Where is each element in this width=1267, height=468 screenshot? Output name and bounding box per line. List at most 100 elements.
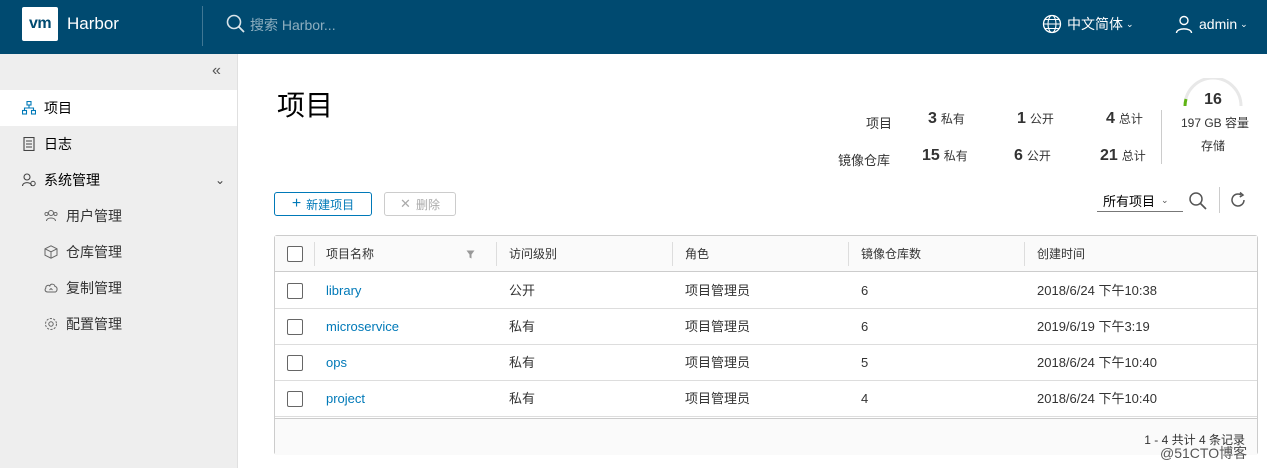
chevron-down-icon: ⌄ bbox=[1126, 18, 1134, 29]
search-input[interactable] bbox=[250, 15, 510, 35]
table-header: 项目名称 访问级别 角色 镜像仓库数 创建时间 bbox=[275, 236, 1257, 272]
project-name-link[interactable]: ops bbox=[326, 345, 347, 381]
sidebar-item-replication[interactable]: 复制管理 bbox=[0, 270, 237, 306]
language-selector[interactable]: 中文简体 ⌄ bbox=[1042, 12, 1134, 36]
storage-label: 存储 bbox=[1200, 139, 1225, 153]
select-all-checkbox[interactable] bbox=[287, 246, 303, 262]
app-title[interactable]: Harbor bbox=[67, 14, 119, 34]
new-project-label: 新建项目 bbox=[306, 197, 355, 212]
vmware-logo[interactable]: vm bbox=[22, 7, 58, 41]
table-footer: 1 - 4 共计 4 条记录 bbox=[275, 418, 1257, 455]
new-project-button[interactable]: + 新建项目 bbox=[274, 192, 372, 216]
stat-project-total: 4 总计 bbox=[1106, 110, 1143, 127]
sidebar: « 项目 日志 系统管理 ⌄ 用户管理 仓库管理 复制管理 配置管理 bbox=[0, 54, 238, 468]
repo-count: 6 bbox=[861, 283, 869, 298]
column-header-created[interactable]: 创建时间 bbox=[1037, 236, 1085, 272]
storage-capacity: 197 GB 容量 bbox=[1180, 116, 1250, 130]
table-row: ops 私有 项目管理员 5 2018/6/24 下午10:40 bbox=[275, 345, 1257, 381]
page-title: 项目 bbox=[277, 90, 334, 121]
stat-repo-total: 21 总计 bbox=[1100, 147, 1146, 164]
sidebar-item-label: 系统管理 bbox=[44, 172, 100, 188]
column-header-role[interactable]: 角色 bbox=[685, 236, 709, 272]
column-separator bbox=[1024, 242, 1025, 266]
user-name: admin bbox=[1199, 16, 1238, 32]
user-icon bbox=[1175, 15, 1193, 34]
column-header-access[interactable]: 访问级别 bbox=[509, 236, 557, 272]
project-filter-value: 所有项目 bbox=[1103, 194, 1156, 209]
delete-button[interactable]: ✕ 删除 bbox=[384, 192, 456, 216]
sidebar-item-admin[interactable]: 系统管理 ⌄ bbox=[0, 162, 237, 198]
table-row: microservice 私有 项目管理员 6 2019/6/19 下午3:19 bbox=[275, 309, 1257, 345]
sidebar-item-logs[interactable]: 日志 bbox=[0, 126, 237, 162]
sidebar-item-users[interactable]: 用户管理 bbox=[0, 198, 237, 234]
row-checkbox[interactable] bbox=[287, 391, 303, 407]
column-header-repo-count[interactable]: 镜像仓库数 bbox=[861, 236, 921, 272]
sidebar-item-projects[interactable]: 项目 bbox=[0, 90, 237, 126]
column-separator bbox=[848, 242, 849, 266]
access-level: 私有 bbox=[509, 355, 536, 370]
project-name-link[interactable]: project bbox=[326, 381, 365, 417]
user-menu[interactable]: admin ⌄ bbox=[1174, 12, 1248, 36]
sidebar-item-label: 配置管理 bbox=[66, 316, 122, 332]
search-icon[interactable] bbox=[1188, 191, 1208, 211]
table-row: project 私有 项目管理员 4 2018/6/24 下午10:40 bbox=[275, 381, 1257, 417]
search-icon[interactable] bbox=[226, 14, 246, 34]
repo-count: 4 bbox=[861, 391, 869, 406]
language-label: 中文简体 bbox=[1067, 16, 1123, 32]
projects-table: 项目名称 访问级别 角色 镜像仓库数 创建时间 library 公开 项目管理员… bbox=[274, 235, 1258, 455]
top-header: vm Harbor 中文简体 ⌄ admin ⌄ bbox=[0, 0, 1267, 54]
header-divider bbox=[202, 6, 203, 46]
role: 项目管理员 bbox=[685, 283, 751, 298]
repo-count: 6 bbox=[861, 319, 869, 334]
column-separator bbox=[672, 242, 673, 266]
stat-repo-label: 镜像仓库 bbox=[838, 153, 891, 168]
table-row: library 公开 项目管理员 6 2018/6/24 下午10:38 bbox=[275, 273, 1257, 309]
storage-value: 16 bbox=[1204, 91, 1222, 108]
access-level: 公开 bbox=[509, 283, 536, 298]
row-checkbox[interactable] bbox=[287, 319, 303, 335]
sidebar-item-label: 日志 bbox=[44, 136, 72, 152]
sidebar-item-label: 项目 bbox=[44, 100, 72, 116]
refresh-icon[interactable] bbox=[1229, 191, 1247, 209]
project-name-link[interactable]: microservice bbox=[326, 309, 399, 345]
stat-divider bbox=[1161, 110, 1162, 164]
project-filter-select[interactable]: 所有项目 ⌄ bbox=[1097, 190, 1183, 212]
watermark: @51CTO博客 bbox=[1160, 445, 1248, 461]
log-icon bbox=[23, 137, 35, 151]
delete-label: 删除 bbox=[415, 197, 440, 212]
stat-repo-private: 15 私有 bbox=[922, 147, 968, 164]
collapse-sidebar-icon[interactable]: « bbox=[212, 62, 221, 80]
filter-icon[interactable] bbox=[466, 250, 475, 259]
chevron-down-icon: ⌄ bbox=[1161, 195, 1169, 205]
users-icon bbox=[44, 210, 58, 222]
column-separator bbox=[496, 242, 497, 266]
replication-icon bbox=[44, 283, 58, 293]
chevron-down-icon: ⌄ bbox=[1240, 18, 1248, 29]
creation-time: 2018/6/24 下午10:40 bbox=[1037, 391, 1157, 406]
sidebar-item-configuration[interactable]: 配置管理 bbox=[0, 306, 237, 342]
stat-project-label: 项目 bbox=[866, 116, 893, 131]
sidebar-item-label: 用户管理 bbox=[66, 208, 122, 224]
column-header-name[interactable]: 项目名称 bbox=[326, 236, 374, 272]
access-level: 私有 bbox=[509, 391, 536, 406]
admin-icon bbox=[22, 173, 36, 187]
creation-time: 2018/6/24 下午10:38 bbox=[1037, 283, 1157, 298]
sidebar-item-label: 复制管理 bbox=[66, 280, 122, 296]
creation-time: 2018/6/24 下午10:40 bbox=[1037, 355, 1157, 370]
access-level: 私有 bbox=[509, 319, 536, 334]
stat-repo-public: 6 公开 bbox=[1014, 147, 1051, 164]
close-icon: ✕ bbox=[400, 196, 411, 211]
stat-project-private: 3 私有 bbox=[928, 110, 965, 127]
row-checkbox[interactable] bbox=[287, 283, 303, 299]
role: 项目管理员 bbox=[685, 355, 751, 370]
sidebar-item-label: 仓库管理 bbox=[66, 244, 122, 260]
row-checkbox[interactable] bbox=[287, 355, 303, 371]
column-separator bbox=[314, 242, 315, 266]
plus-icon: + bbox=[291, 195, 302, 212]
project-name-link[interactable]: library bbox=[326, 273, 361, 309]
projects-icon bbox=[22, 101, 36, 115]
repo-count: 5 bbox=[861, 355, 869, 370]
sidebar-item-registries[interactable]: 仓库管理 bbox=[0, 234, 237, 270]
toolbar-divider bbox=[1219, 187, 1220, 213]
creation-time: 2019/6/19 下午3:19 bbox=[1037, 319, 1150, 334]
